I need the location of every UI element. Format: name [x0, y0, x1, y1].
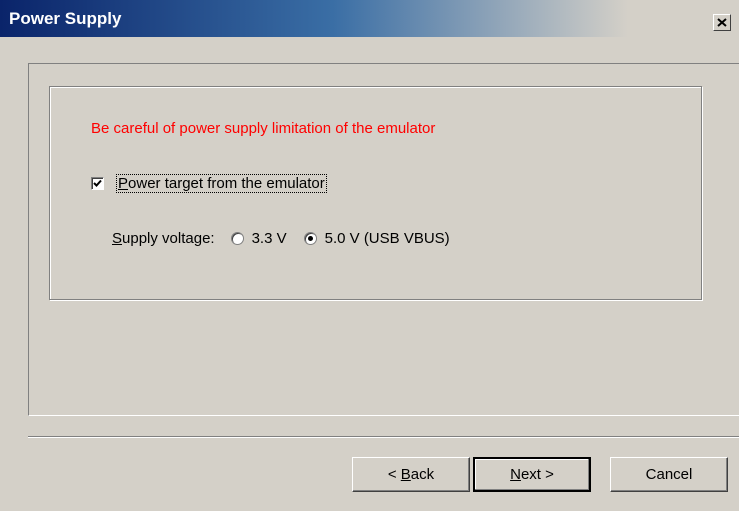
power-target-checkbox[interactable]	[91, 177, 104, 190]
back-button[interactable]: < Back	[352, 457, 470, 492]
radio-3v3-circle[interactable]	[230, 232, 244, 245]
radio-5v0-label: 5.0 V (USB VBUS)	[324, 230, 450, 247]
back-mnemonic: B	[400, 466, 411, 483]
power-target-label[interactable]: Power target from the emulator	[116, 174, 327, 193]
title-bar: Power Supply	[0, 0, 739, 37]
back-prefix: <	[387, 466, 401, 483]
radio-5v0-circle[interactable]	[303, 232, 317, 245]
radio-selected-dot	[307, 236, 313, 241]
cancel-label: Cancel	[645, 466, 693, 483]
supply-voltage-label-text: upply voltage:	[122, 230, 215, 247]
radio-3v3[interactable]: 3.3 V	[230, 230, 287, 247]
supply-voltage-row: Supply voltage: 3.3 V 5.0 V (USB VBUS)	[112, 230, 467, 247]
window-title: Power Supply	[9, 9, 122, 28]
close-button[interactable]	[713, 14, 731, 31]
supply-voltage-label: Supply voltage:	[112, 230, 215, 247]
mnemonic-s: S	[112, 230, 123, 247]
next-mnemonic: N	[510, 466, 521, 483]
back-label: ack	[410, 466, 435, 483]
mnemonic-p: P	[118, 175, 129, 192]
power-target-label-text: ower target from the emulator	[128, 175, 325, 192]
next-label: ext >	[520, 466, 554, 483]
radio-3v3-label: 3.3 V	[251, 230, 287, 247]
button-separator	[28, 436, 739, 438]
warning-text: Be careful of power supply limitation of…	[91, 120, 436, 137]
power-settings-group	[49, 86, 702, 300]
checkmark-icon	[93, 179, 102, 187]
cancel-button[interactable]: Cancel	[610, 457, 728, 492]
close-icon	[717, 18, 727, 27]
next-button[interactable]: Next >	[473, 457, 591, 492]
power-target-row: Power target from the emulator	[91, 174, 327, 193]
radio-5v0[interactable]: 5.0 V (USB VBUS)	[303, 230, 450, 247]
